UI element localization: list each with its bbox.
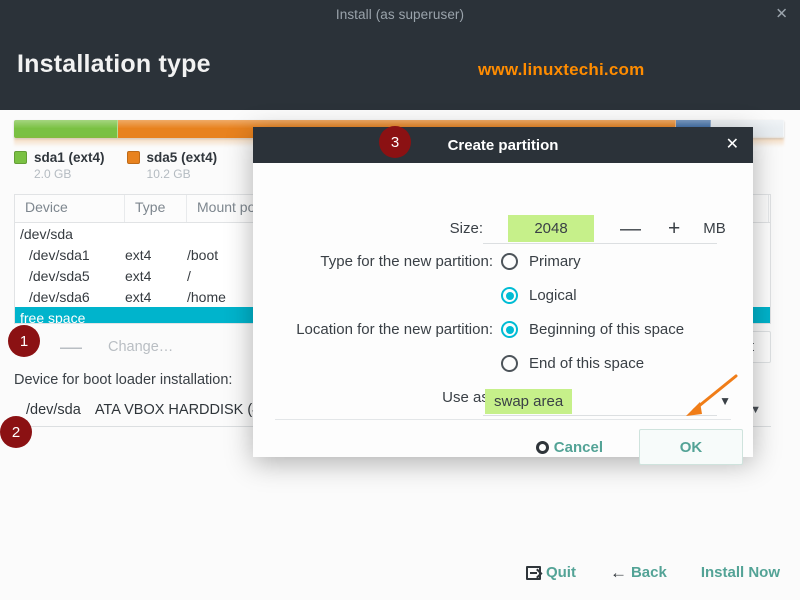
table-cell: ext4 (125, 267, 152, 284)
use-as-row-label: Use as: (253, 389, 493, 406)
location-row-label: Location for the new partition: (253, 321, 493, 338)
chevron-down-icon-use-as[interactable]: ▼ (719, 394, 731, 408)
radio-icon-end (501, 355, 518, 372)
use-as-select[interactable]: swap area ▼ (485, 389, 731, 414)
page-header: Installation type www.linuxtechi.com (0, 28, 800, 110)
dialog-body: Size: 2048 — + MB Type for the new parti… (253, 163, 753, 465)
create-partition-dialog: Create partition ✕ Size: 2048 — + MB Typ… (253, 127, 753, 465)
legend-item-1: sda5 (ext4) 10.2 GB (126, 150, 218, 181)
table-cell: /dev/sda5 (29, 267, 90, 284)
size-row: Size: 2048 — + MB (253, 215, 731, 242)
size-input[interactable]: 2048 (508, 215, 594, 242)
ok-label: OK (679, 438, 703, 456)
radio-icon-primary (501, 253, 518, 270)
install-now-label: Install Now (700, 564, 780, 581)
size-label: Size: (449, 220, 483, 237)
change-partition-button[interactable]: Change… (98, 333, 183, 361)
legend-size: 10.2 GB (146, 167, 191, 181)
radio-beginning-of-space[interactable]: Beginning of this space (501, 321, 684, 338)
dialog-title: Create partition (447, 136, 559, 154)
quit-label: Quit (545, 564, 576, 581)
dialog-button-row: Cancel OK (253, 425, 753, 469)
radio-icon-beginning (501, 321, 518, 338)
use-as-underline (483, 415, 717, 416)
window-titlebar: Install (as superuser) ✕ (0, 0, 800, 28)
annotation-badge-2: 2 (0, 416, 32, 448)
cancel-label: Cancel (553, 438, 603, 456)
dialog-close-icon[interactable]: ✕ (726, 137, 739, 153)
column-header[interactable]: Device (15, 195, 125, 222)
legend-item-0: sda1 (ext4) 2.0 GB (14, 150, 105, 181)
type-label: Type for the new partition: (320, 253, 493, 270)
dialog-separator (275, 419, 731, 420)
table-cell: ext4 (125, 246, 152, 263)
size-decrement-button[interactable]: — (620, 217, 641, 241)
bootloader-label: Device for boot loader installation: (14, 372, 233, 388)
table-cell: /dev/sda1 (29, 246, 90, 263)
legend-size: 2.0 GB (34, 167, 72, 181)
back-button[interactable]: ← Back (610, 563, 667, 583)
size-unit-label: MB (703, 220, 726, 237)
close-icon[interactable]: ✕ (775, 7, 788, 22)
partition-segment-0[interactable] (14, 120, 118, 138)
legend-swatch-icon (126, 151, 140, 164)
radio-primary[interactable]: Primary (501, 253, 581, 270)
dialog-titlebar: Create partition ✕ (253, 127, 753, 163)
radio-logical-label: Logical (529, 287, 577, 304)
use-as-value: swap area (485, 389, 573, 414)
legend-name: sda1 (ext4) (34, 150, 105, 165)
watermark-text: www.linuxtechi.com (478, 60, 645, 79)
radio-end-label: End of this space (529, 355, 645, 372)
size-increment-button[interactable]: + (668, 217, 680, 241)
legend-name: sda5 (ext4) (146, 150, 218, 165)
radio-primary-label: Primary (529, 253, 581, 270)
table-cell: free space (20, 309, 86, 324)
location-label: Location for the new partition: (296, 321, 493, 338)
ok-button[interactable]: OK (639, 429, 743, 465)
arrow-left-icon: ← (609, 562, 627, 582)
radio-end-of-space[interactable]: End of this space (501, 355, 644, 372)
legend-swatch-icon (14, 151, 27, 164)
bootloader-device: /dev/sda (26, 402, 81, 418)
annotation-badge-1: 1 (8, 325, 40, 357)
footer-actions: Quit ← Back Install Now (0, 545, 800, 600)
cancel-icon (535, 440, 549, 454)
install-window: Install (as superuser) ✕ Installation ty… (0, 0, 800, 600)
radio-logical[interactable]: Logical (501, 287, 577, 304)
remove-partition-button[interactable]: — (52, 330, 90, 364)
table-cell: /dev/sda6 (29, 288, 90, 305)
window-title: Install (as superuser) (335, 6, 465, 22)
install-now-button[interactable]: Install Now (701, 564, 780, 581)
type-row-label: Type for the new partition: (253, 253, 493, 270)
radio-icon-logical (501, 287, 518, 304)
radio-beginning-label: Beginning of this space (529, 321, 685, 338)
table-cell: ext4 (125, 288, 152, 305)
size-field-underline (483, 243, 717, 244)
partition-legend: sda1 (ext4) 2.0 GB sda5 (ext4) 10.2 GB (14, 150, 239, 181)
column-header[interactable]: Type (125, 195, 187, 222)
annotation-badge-3: 3 (379, 126, 411, 158)
table-cell: /dev/sda (20, 225, 73, 242)
quit-icon (525, 565, 541, 580)
quit-button[interactable]: Quit (525, 564, 576, 581)
page-title: Installation type (17, 50, 211, 78)
back-label: Back (630, 564, 667, 581)
cancel-button[interactable]: Cancel (535, 438, 603, 456)
